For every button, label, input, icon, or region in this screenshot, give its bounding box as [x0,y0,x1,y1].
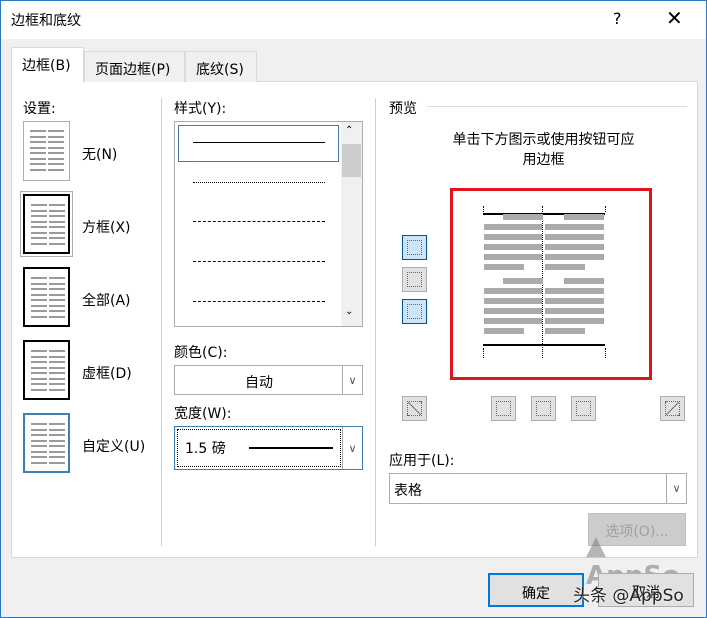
preview-text-line [545,264,585,270]
ok-button[interactable]: 确定 [488,573,584,607]
setting-all-icon[interactable] [23,267,70,327]
style-option-selected[interactable] [178,125,339,162]
preview-text-line [484,298,542,304]
close-button[interactable]: ✕ [666,6,683,30]
width-line [249,447,333,449]
preview-text-line [484,288,542,294]
preview-text-line [545,308,604,314]
preview-text-line [503,214,543,220]
border-inside-h-button[interactable] [402,267,427,292]
setting-grid-icon[interactable] [23,340,70,400]
border-left-button[interactable] [491,396,516,421]
preview-text-line [484,234,542,240]
style-list[interactable]: ⌃ ⌄ [174,121,363,327]
setting-all[interactable]: 全部(A) [82,290,131,310]
scroll-up-icon[interactable]: ⌃ [345,125,353,136]
border-right-button[interactable] [571,396,596,421]
watermark-text: 头条 @AppSo [573,586,684,606]
preview-text-line [545,254,604,260]
border-inside-v-button[interactable] [531,396,556,421]
style-option-dotted[interactable] [193,182,325,183]
apply-to-label: 应用于(L): [389,453,455,469]
setting-none[interactable]: 无(N) [82,144,117,164]
preview-hint: 单击下方图示或使用按钮可应 [452,132,635,148]
tab-page-border[interactable]: 页面边框(P) [84,51,185,82]
preview-label: 预览 [389,101,417,117]
setting-box[interactable]: 方框(X) [82,217,131,237]
dialog-title: 边框和底纹 [11,13,81,29]
setting-custom-icon[interactable] [23,413,70,473]
preview-text-line [545,288,604,294]
preview-text-line [503,278,543,284]
scrollbar[interactable]: ⌃ ⌄ [341,122,362,326]
scroll-down-icon[interactable]: ⌄ [345,306,353,317]
style-option-dashed-small[interactable] [193,221,325,222]
diagonal-up-button[interactable] [402,396,427,421]
divider [161,98,162,546]
apply-to-value: 表格 [394,483,422,499]
title-bar [1,1,706,39]
style-label: 样式(Y): [174,101,227,117]
preview-text-line [484,308,542,314]
setting-grid[interactable]: 虚框(D) [82,363,132,383]
help-button[interactable]: ? [613,9,622,28]
chevron-down-icon[interactable]: ∨ [342,366,362,394]
preview-text-line [484,224,542,230]
preview-text-line [545,298,604,304]
style-option-dashed[interactable] [193,261,325,262]
chevron-down-icon[interactable]: ∨ [666,474,686,503]
width-value: 1.5 磅 [185,441,226,457]
diagonal-down-button[interactable] [660,396,685,421]
preview-text-line [564,278,604,284]
preview-text-line [484,254,542,260]
setting-custom[interactable]: 自定义(U) [82,436,145,456]
style-option-dash-dot[interactable] [193,301,325,302]
preview-text-line [545,224,604,230]
apply-to-dropdown[interactable]: 表格 ∨ [389,473,687,504]
divider [375,98,376,546]
settings-label: 设置: [23,101,56,117]
tab-shading[interactable]: 底纹(S) [185,51,257,82]
preview-area[interactable] [450,188,652,380]
border-top-button[interactable] [402,235,427,260]
border-bottom-button[interactable] [402,299,427,324]
preview-text-line [545,318,604,324]
preview-text-line [484,244,542,250]
preview-text-line [545,234,604,240]
preview-text-line [484,264,524,270]
style-option-solid[interactable] [193,142,325,143]
preview-hint-2: 用边框 [522,152,565,168]
preview-text-line [484,328,524,334]
setting-box-icon[interactable] [20,191,73,257]
width-dropdown[interactable]: 1.5 磅 ∨ [174,426,363,470]
color-dropdown[interactable]: 自动 ∨ [174,365,363,395]
scroll-thumb[interactable] [342,144,361,177]
width-label: 宽度(W): [174,406,232,422]
color-value: 自动 [245,375,273,391]
preview-text-line [545,244,604,250]
setting-none-icon[interactable] [23,121,70,181]
chevron-down-icon[interactable]: ∨ [342,427,362,469]
preview-text-line [484,318,542,324]
color-label: 颜色(C): [174,345,228,361]
tab-borders[interactable]: 边框(B) [11,47,84,82]
preview-text-line [545,328,585,334]
preview-text-line [564,214,604,220]
